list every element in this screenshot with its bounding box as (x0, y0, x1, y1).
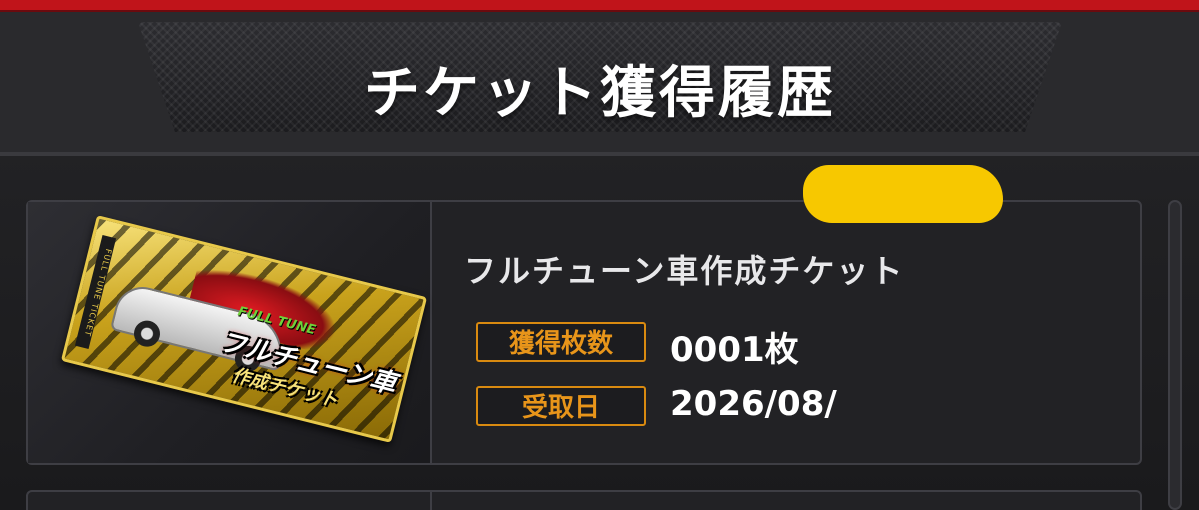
ticket-image-cell: FULL TUNE TICKET FULL TUNE フルチューン車 作成チケッ… (28, 202, 432, 463)
ticket-history-screen: チケット獲得履歴 FULL TUNE TICKET FULL TUNE フルチュ… (0, 0, 1199, 510)
title-plate: チケット獲得履歴 (138, 22, 1062, 132)
date-label-badge: 受取日 (476, 386, 646, 426)
count-value: 0001枚 (670, 330, 799, 370)
list-item[interactable] (26, 490, 1142, 510)
count-label-badge: 獲得枚数 (476, 322, 646, 362)
top-accent-bar (0, 0, 1199, 10)
ticket-image: FULL TUNE TICKET FULL TUNE フルチューン車 作成チケッ… (60, 215, 428, 443)
header: チケット獲得履歴 (0, 12, 1199, 156)
ticket-name: フルチューン車作成チケット (464, 252, 905, 290)
redaction-mark (803, 165, 1003, 223)
scrollbar[interactable] (1168, 200, 1182, 510)
date-value: 2026/08/ (670, 384, 837, 424)
list-item[interactable]: FULL TUNE TICKET FULL TUNE フルチューン車 作成チケッ… (26, 200, 1142, 465)
divider (430, 492, 432, 510)
page-title: チケット獲得履歴 (364, 61, 836, 126)
